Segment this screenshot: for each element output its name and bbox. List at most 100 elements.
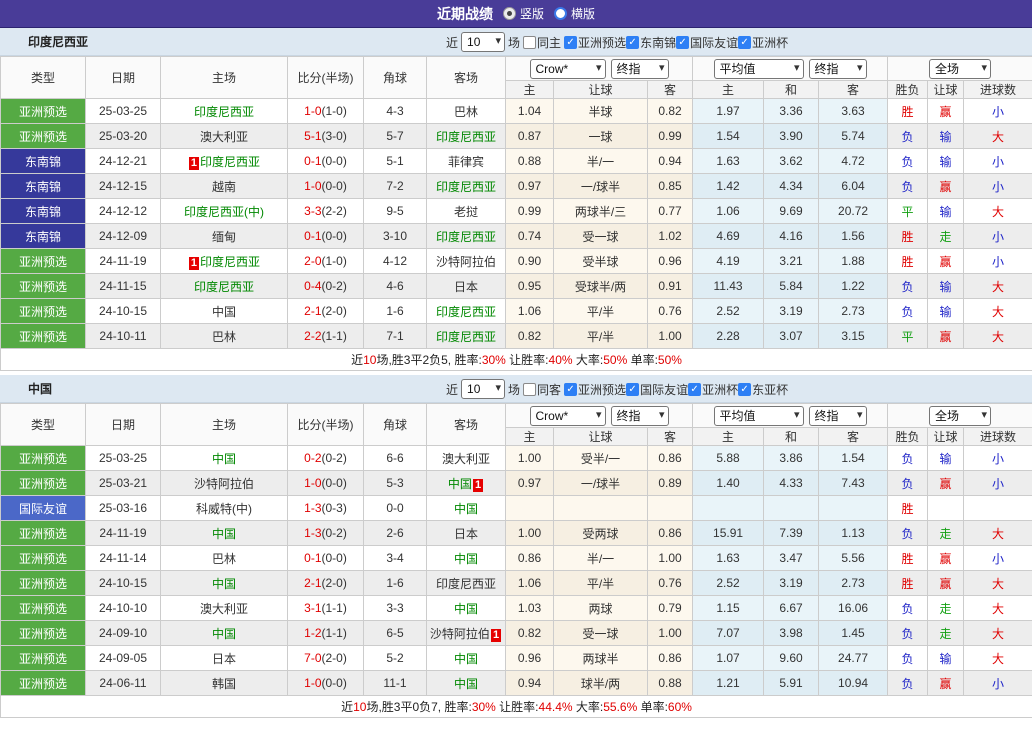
league-filter-label: 亚洲杯 [702,381,738,398]
league-filter-label: 国际友谊 [640,381,688,398]
checkbox-unchecked-icon[interactable] [523,383,536,396]
average-select[interactable]: 平均值 [714,406,804,426]
hcp-result-cell: 赢 [928,671,964,696]
goals-result-cell: 大 [964,646,1032,671]
score-cell: 3-1(1-1) [288,596,364,621]
same-venue-checkbox[interactable]: 同主 [523,34,561,51]
away-team-name: 印度尼西亚 [436,230,496,244]
hcp-line: 半球 [554,99,648,124]
avg-away-odds: 5.74 [819,124,888,149]
bookmaker-select[interactable]: Crow* [530,59,606,79]
final-odds-select2[interactable]: 终指 [809,406,867,426]
checkbox-checked-icon[interactable]: ✓ [626,383,639,396]
avg-home-odds: 1.42 [693,174,764,199]
avg-away-odds: 3.63 [819,99,888,124]
goals-result-cell [964,496,1032,521]
hcp-away-odds: 0.99 [648,124,693,149]
hcp-away-odds: 1.02 [648,224,693,249]
match-date: 24-12-21 [86,149,161,174]
goals-result-cell: 小 [964,149,1032,174]
avg-home-odds: 11.43 [693,274,764,299]
col-hcp-home: 主 [506,428,554,446]
checkbox-checked-icon[interactable]: ✓ [626,36,639,49]
corners-cell: 3-3 [364,596,427,621]
league-filter-checkbox[interactable]: ✓亚洲杯 [688,381,738,398]
same-venue-checkbox[interactable]: 同客 [523,381,561,398]
fulltime-score: 1-3 [304,501,321,515]
match-count-select[interactable]: 10 [461,32,505,52]
vertical-layout-radio[interactable]: 竖版 [503,5,544,22]
avg-home-odds: 1.54 [693,124,764,149]
checkbox-unchecked-icon[interactable] [523,36,536,49]
league-filter-checkbox[interactable]: ✓东南锦 [626,34,676,51]
fulltime-score: 1-0 [304,104,321,118]
league-filter-checkbox[interactable]: ✓亚洲预选 [564,381,626,398]
checkbox-checked-icon[interactable]: ✓ [688,383,701,396]
bookmaker-select-group: Crow* 终指 [506,57,693,81]
checkbox-checked-icon[interactable]: ✓ [738,36,751,49]
league-filter-checkbox[interactable]: ✓亚洲预选 [564,34,626,51]
col-corner: 角球 [364,404,427,446]
corners-cell: 6-6 [364,446,427,471]
col-home: 主场 [161,404,288,446]
full-match-select[interactable]: 全场 [929,406,991,426]
hcp-result-cell: 输 [928,199,964,224]
summary-segment: 10 [353,700,366,714]
league-filter-checkbox[interactable]: ✓国际友谊 [626,381,688,398]
full-match-select[interactable]: 全场 [929,59,991,79]
summary-segment: 单率: [627,353,658,367]
team-name: 中国 [28,375,52,403]
final-odds-select[interactable]: 终指 [611,59,669,79]
result-cell: 负 [888,471,928,496]
league-filter-checkbox[interactable]: ✓东亚杯 [738,381,788,398]
hcp-result-cell: 走 [928,224,964,249]
average-select[interactable]: 平均值 [714,59,804,79]
home-team-name: 澳大利亚 [200,130,248,144]
away-team-cell: 沙特阿拉伯 [427,249,506,274]
team-name: 印度尼西亚 [28,28,88,56]
hcp-line: 球半/两 [554,671,648,696]
halftime-score: (1-1) [322,329,347,343]
checkbox-checked-icon[interactable]: ✓ [676,36,689,49]
bookmaker-select[interactable]: Crow* [530,406,606,426]
col-goals-result: 进球数 [964,81,1032,99]
hcp-result-cell [928,496,964,521]
league-badge: 东南锦 [1,199,86,224]
league-badge: 亚洲预选 [1,596,86,621]
avg-draw-odds: 4.33 [764,471,819,496]
hcp-line: 受一球 [554,224,648,249]
corners-cell: 4-12 [364,249,427,274]
league-filter-checkbox[interactable]: ✓国际友谊 [676,34,738,51]
avg-home-odds: 2.52 [693,571,764,596]
horizontal-layout-radio[interactable]: 横版 [554,5,595,22]
radio-selected-icon[interactable] [503,7,516,20]
checkbox-checked-icon[interactable]: ✓ [738,383,751,396]
final-odds-select[interactable]: 终指 [611,406,669,426]
col-home: 主场 [161,57,288,99]
league-filter-checkbox[interactable]: ✓亚洲杯 [738,34,788,51]
avg-draw-odds: 3.36 [764,99,819,124]
hcp-away-odds: 0.88 [648,671,693,696]
home-team-cell: 印度尼西亚 [161,274,288,299]
checkbox-checked-icon[interactable]: ✓ [564,383,577,396]
result-cell: 负 [888,521,928,546]
halftime-score: (0-2) [322,451,347,465]
col-hcp-home: 主 [506,81,554,99]
radio-unselected-icon[interactable] [554,7,567,20]
away-team-name: 印度尼西亚 [436,577,496,591]
home-team-cell: 越南 [161,174,288,199]
score-cell: 3-3(2-2) [288,199,364,224]
hcp-line: 一球 [554,124,648,149]
score-cell: 5-1(3-0) [288,124,364,149]
avg-home-odds: 4.19 [693,249,764,274]
score-cell: 0-4(0-2) [288,274,364,299]
avg-draw-odds: 3.19 [764,571,819,596]
final-odds-select2[interactable]: 终指 [809,59,867,79]
match-count-select[interactable]: 10 [461,379,505,399]
col-result: 胜负 [888,81,928,99]
league-badge: 亚洲预选 [1,299,86,324]
away-team-cell: 印度尼西亚 [427,571,506,596]
avg-draw-odds: 3.86 [764,446,819,471]
match-row: 东南锦24-12-12印度尼西亚(中)3-3(2-2)9-5老挝0.99两球半/… [1,199,1032,224]
checkbox-checked-icon[interactable]: ✓ [564,36,577,49]
